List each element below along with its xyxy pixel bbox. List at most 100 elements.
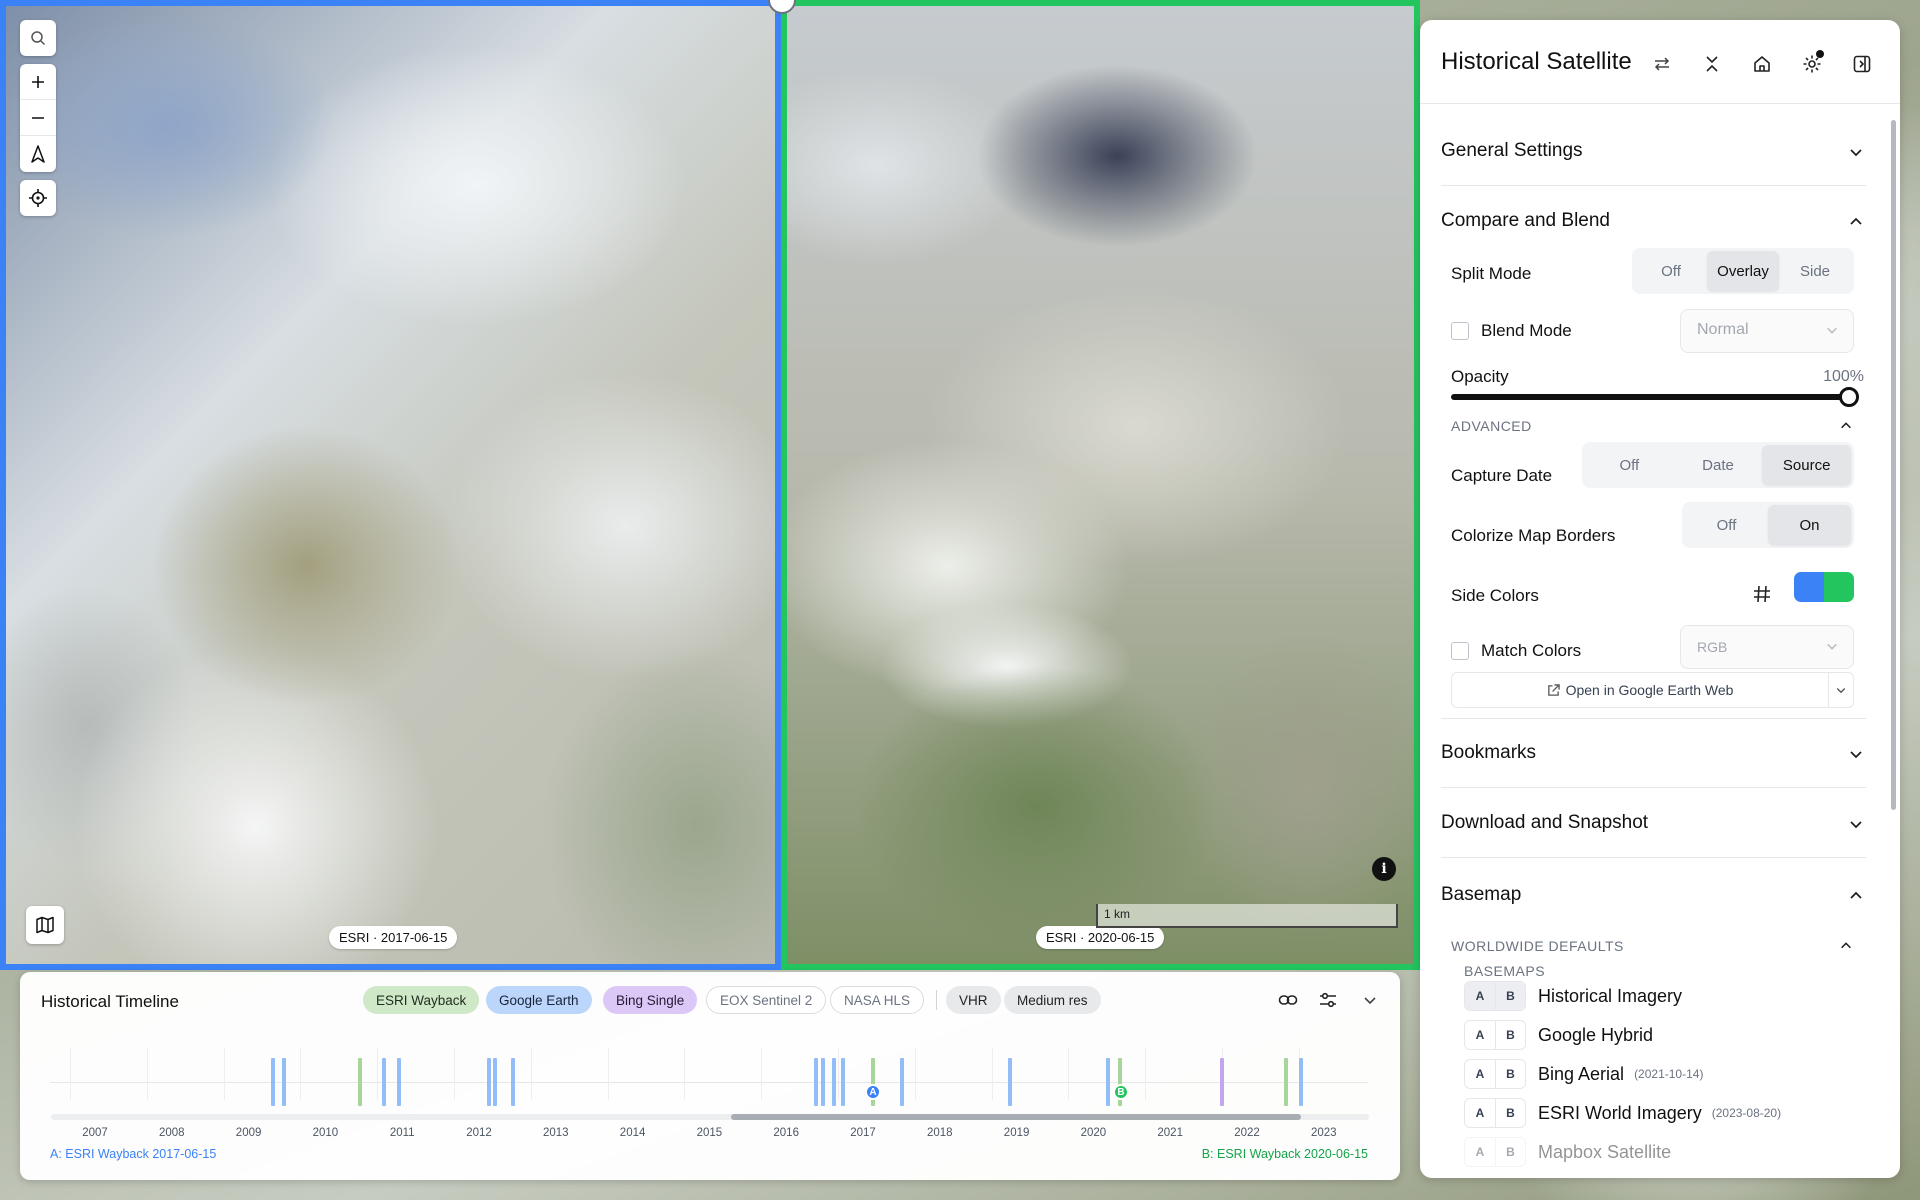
- timeline-gridline: [530, 1048, 532, 1100]
- side-a-toggle[interactable]: A: [1465, 1021, 1495, 1049]
- timeline-capture-bar[interactable]: [397, 1058, 401, 1106]
- blend-mode-select[interactable]: Normal: [1680, 309, 1854, 353]
- opacity-slider-thumb[interactable]: [1839, 387, 1859, 407]
- source-chip-esri[interactable]: ESRI Wayback: [363, 986, 480, 1014]
- attribution-info-button[interactable]: i: [1372, 857, 1396, 881]
- timeline-capture-bar[interactable]: [487, 1058, 491, 1106]
- split-mode-off[interactable]: Off: [1635, 251, 1707, 291]
- timeline-gridline: [914, 1048, 916, 1100]
- search-button[interactable]: [20, 20, 56, 56]
- timeline-capture-bar[interactable]: [1299, 1058, 1303, 1106]
- settings-button[interactable]: [1798, 50, 1826, 78]
- open-google-earth-button[interactable]: Open in Google Earth Web: [1452, 673, 1829, 707]
- side-a-toggle[interactable]: A: [1465, 1138, 1495, 1166]
- geolocate-button[interactable]: [20, 180, 56, 216]
- selection-b-label: B: ESRI Wayback 2020-06-15: [1201, 1147, 1368, 1161]
- zoom-out-button[interactable]: [20, 100, 56, 136]
- advanced-collapse-button[interactable]: [1836, 416, 1856, 436]
- capture-date-date[interactable]: Date: [1674, 445, 1763, 485]
- split-mode-overlay[interactable]: Overlay: [1707, 251, 1779, 291]
- toggle-panel-button[interactable]: [1848, 50, 1876, 78]
- home-button[interactable]: [1748, 50, 1776, 78]
- section-download-snapshot[interactable]: Download and Snapshot: [1441, 788, 1866, 858]
- side-a-toggle[interactable]: A: [1465, 1060, 1495, 1088]
- panel-scrollbar[interactable]: [1891, 120, 1896, 810]
- resolution-chip-medium[interactable]: Medium res: [1004, 986, 1101, 1014]
- basemap-item[interactable]: A B Historical Imagery: [1464, 980, 1864, 1012]
- timeline-year-label: 2007: [82, 1127, 108, 1139]
- match-colors-checkbox[interactable]: [1451, 642, 1469, 660]
- colorize-borders-off[interactable]: Off: [1685, 505, 1768, 545]
- opacity-slider[interactable]: [1451, 394, 1849, 400]
- timeline-gridline: [1068, 1048, 1070, 1100]
- timeline-capture-bar[interactable]: [382, 1058, 386, 1106]
- section-title: Bookmarks: [1441, 742, 1537, 763]
- blend-mode-checkbox[interactable]: [1451, 322, 1469, 340]
- worldwide-collapse-button[interactable]: [1836, 936, 1856, 956]
- swap-sides-button[interactable]: [1648, 50, 1676, 78]
- timeline-capture-bar[interactable]: [900, 1058, 904, 1106]
- timeline-marker-a[interactable]: A: [865, 1084, 881, 1100]
- timeline-capture-bar[interactable]: [841, 1058, 845, 1106]
- timeline-marker-b[interactable]: B: [1113, 1084, 1129, 1100]
- resolution-chip-vhr[interactable]: VHR: [946, 986, 1001, 1014]
- timeline-capture-bar[interactable]: [511, 1058, 515, 1106]
- timeline-capture-bar[interactable]: [814, 1058, 818, 1106]
- side-a-toggle[interactable]: A: [1465, 1099, 1495, 1127]
- timeline-capture-bar[interactable]: [282, 1058, 286, 1106]
- section-compare-blend[interactable]: Compare and Blend: [1441, 186, 1866, 256]
- timeline-capture-bar[interactable]: [1220, 1058, 1224, 1106]
- opacity-label: Opacity: [1451, 367, 1509, 386]
- split-mode-side[interactable]: Side: [1779, 251, 1851, 291]
- section-bookmarks[interactable]: Bookmarks: [1441, 718, 1866, 788]
- timeline-scrollbar[interactable]: [51, 1114, 1369, 1120]
- source-chip-google[interactable]: Google Earth: [486, 986, 592, 1014]
- timeline-filter-button[interactable]: [1314, 986, 1342, 1014]
- section-basemap[interactable]: Basemap: [1441, 860, 1866, 930]
- timeline-capture-bar[interactable]: [821, 1058, 825, 1106]
- match-colors-select[interactable]: RGB: [1680, 625, 1854, 669]
- timeline-collapse-button[interactable]: [1356, 986, 1384, 1014]
- side-b-toggle[interactable]: B: [1495, 1021, 1525, 1049]
- side-b-toggle[interactable]: B: [1495, 1138, 1525, 1166]
- timeline-track[interactable]: AB: [50, 1048, 1368, 1118]
- timeline-capture-bar[interactable]: [271, 1058, 275, 1106]
- basemap-date: (2023-08-20): [1711, 1106, 1782, 1120]
- capture-date-source[interactable]: Source: [1762, 445, 1852, 485]
- timeline-capture-bar[interactable]: [493, 1058, 497, 1106]
- timeline-capture-bar[interactable]: [1284, 1058, 1288, 1106]
- side-b-toggle[interactable]: B: [1495, 1099, 1525, 1127]
- scale-bar: 1 km: [1096, 904, 1398, 928]
- hash-icon[interactable]: [1752, 584, 1772, 609]
- basemap-item[interactable]: A B Bing Aerial (2021-10-14): [1464, 1058, 1864, 1090]
- side-b-toggle[interactable]: B: [1495, 1060, 1525, 1088]
- source-chip-nasa[interactable]: NASA HLS: [830, 986, 925, 1014]
- map-pane-b[interactable]: [781, 0, 1420, 970]
- timeline-year-label: 2013: [543, 1127, 569, 1139]
- side-a-toggle[interactable]: A: [1465, 982, 1495, 1010]
- google-earth-options-button[interactable]: [1829, 673, 1853, 707]
- collapse-all-button[interactable]: [1698, 50, 1726, 78]
- timeline-capture-bar[interactable]: [1106, 1058, 1110, 1106]
- basemap-item[interactable]: A B Google Hybrid: [1464, 1019, 1864, 1051]
- map-pane-a[interactable]: [0, 0, 781, 970]
- compass-button[interactable]: [20, 136, 56, 172]
- timeline-scroll-thumb[interactable]: [731, 1114, 1301, 1120]
- zoom-in-button[interactable]: [20, 64, 56, 100]
- timeline-capture-bar[interactable]: [1008, 1058, 1012, 1106]
- side-colors-swatch[interactable]: [1794, 572, 1854, 602]
- basemap-toggle-button[interactable]: [26, 906, 64, 944]
- section-general-settings[interactable]: General Settings: [1441, 116, 1866, 186]
- timeline-year-label: 2020: [1080, 1127, 1107, 1139]
- side-b-toggle[interactable]: B: [1495, 982, 1525, 1010]
- timeline-capture-bar[interactable]: [832, 1058, 836, 1106]
- source-chip-eox[interactable]: EOX Sentinel 2: [706, 986, 827, 1014]
- source-chip-bing[interactable]: Bing Single: [603, 986, 698, 1014]
- basemap-name: Mapbox Satellite: [1538, 1141, 1672, 1162]
- capture-date-off[interactable]: Off: [1585, 445, 1674, 485]
- colorize-borders-on[interactable]: On: [1768, 505, 1851, 545]
- basemap-item[interactable]: A B ESRI World Imagery (2023-08-20): [1464, 1097, 1864, 1129]
- timeline-link-button[interactable]: [1274, 986, 1302, 1014]
- timeline-capture-bar[interactable]: [358, 1058, 362, 1106]
- basemap-item[interactable]: A B Mapbox Satellite: [1464, 1136, 1864, 1168]
